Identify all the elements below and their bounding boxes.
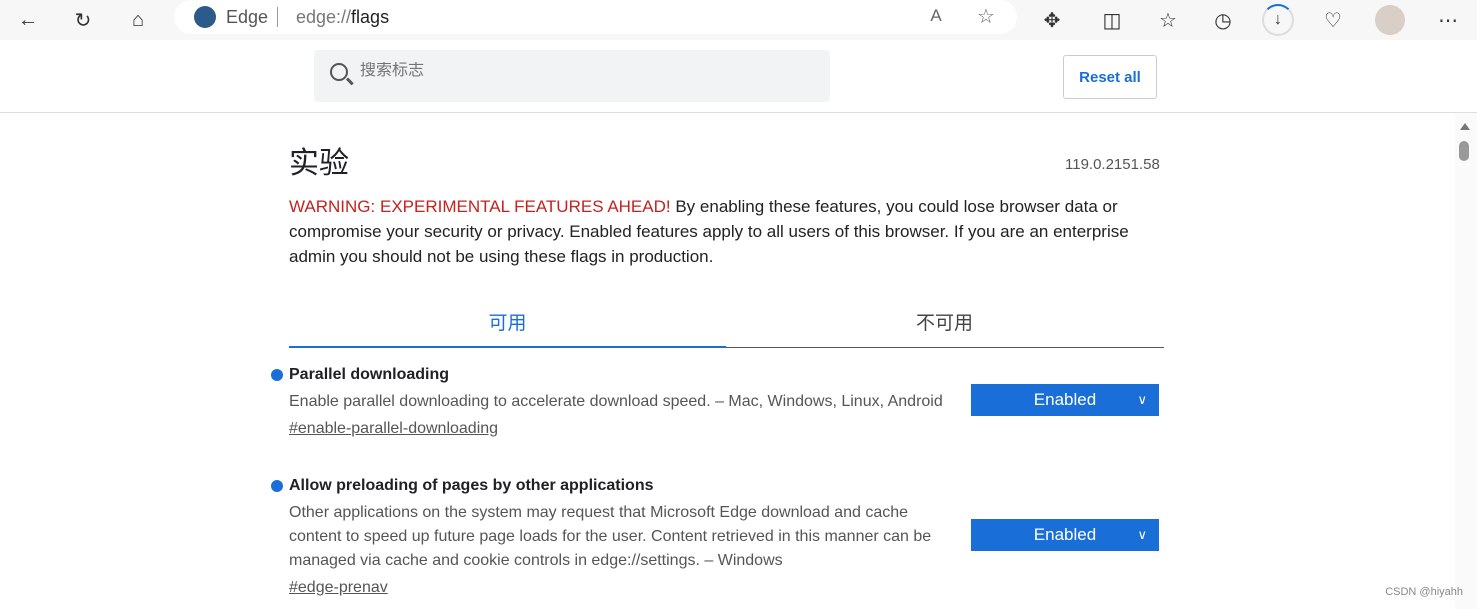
history-icon[interactable]: ◷ <box>1207 4 1239 36</box>
scrollbar[interactable] <box>1455 113 1477 609</box>
refresh-icon[interactable]: ↻ <box>67 4 99 36</box>
address-brand: Edge <box>226 7 269 27</box>
url-text: edge://flags <box>296 7 389 28</box>
flag-title: Allow preloading of pages by other appli… <box>289 477 654 494</box>
home-icon[interactable]: ⌂ <box>122 4 154 36</box>
page-title: 实验 <box>289 147 349 180</box>
select-value: Enabled <box>1033 525 1097 544</box>
warning-heading: WARNING: EXPERIMENTAL FEATURES AHEAD! <box>289 197 671 216</box>
search-box[interactable] <box>314 50 830 102</box>
flag-item: Allow preloading of pages by other appli… <box>271 475 1164 600</box>
read-aloud-icon[interactable]: A <box>920 0 952 32</box>
browser-essentials-icon[interactable]: ♡ <box>1317 4 1349 36</box>
scroll-thumb[interactable] <box>1459 141 1469 161</box>
warning-message: WARNING: EXPERIMENTAL FEATURES AHEAD! By… <box>289 194 1164 269</box>
flag-link[interactable]: #enable-parallel-downloading <box>289 417 1164 441</box>
enabled-dot-icon <box>271 369 283 381</box>
search-icon <box>330 63 348 81</box>
favorites-icon[interactable]: ☆ <box>1152 4 1184 36</box>
address-bar[interactable]: Edge edge://flags A ☆ <box>174 0 1017 34</box>
divider <box>277 7 278 27</box>
extensions-icon[interactable]: ✥ <box>1036 4 1068 36</box>
browser-toolbar: ← ↻ ⌂ Edge edge://flags A ☆ ✥ ◫ ☆ ◷ ↓ ♡ … <box>0 0 1477 40</box>
url-prefix: edge:// <box>296 7 352 27</box>
url-main: flags <box>351 7 390 27</box>
tab-unavailable[interactable]: 不可用 <box>726 308 1163 335</box>
reset-all-button[interactable]: Reset all <box>1063 55 1157 99</box>
tab-available[interactable]: 可用 <box>289 308 726 348</box>
favorite-star-icon[interactable]: ☆ <box>970 0 1002 32</box>
watermark: CSDN @hiyahh <box>1385 586 1463 598</box>
flag-item: Parallel downloading Enable parallel dow… <box>271 364 1164 441</box>
more-menu-icon[interactable]: ⋯ <box>1432 4 1464 36</box>
flag-title: Parallel downloading <box>289 366 450 383</box>
flag-description: Other applications on the system may req… <box>289 504 932 569</box>
version-label: 119.0.2151.58 <box>1065 156 1160 173</box>
select-value: Enabled <box>1033 390 1097 409</box>
tab-bar: 可用 不可用 <box>289 300 1164 348</box>
back-icon[interactable]: ← <box>12 4 44 36</box>
search-input[interactable] <box>360 62 800 80</box>
chevron-down-icon: ∨ <box>1137 527 1147 542</box>
profile-avatar[interactable] <box>1375 5 1405 35</box>
chevron-down-icon: ∨ <box>1137 392 1147 407</box>
flags-header: Reset all <box>0 40 1477 113</box>
flag-link[interactable]: #edge-prenav <box>289 576 1164 600</box>
split-screen-icon[interactable]: ◫ <box>1096 4 1128 36</box>
scroll-up-icon[interactable] <box>1460 123 1470 130</box>
edge-logo-icon <box>194 6 216 28</box>
flag-description: Enable parallel downloading to accelerat… <box>289 393 943 410</box>
downloads-icon[interactable]: ↓ <box>1262 4 1294 36</box>
flag-state-select[interactable]: Enabled ∨ <box>971 519 1159 551</box>
flag-state-select[interactable]: Enabled ∨ <box>971 384 1159 416</box>
enabled-dot-icon <box>271 480 283 492</box>
